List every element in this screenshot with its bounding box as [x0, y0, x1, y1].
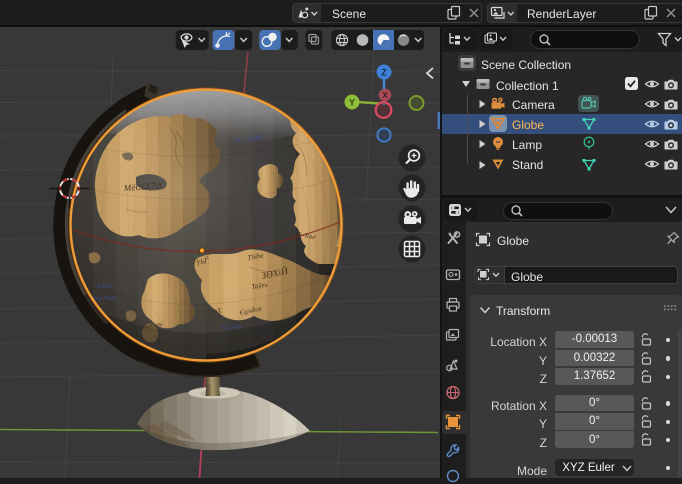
svg-text:Y: Y	[349, 98, 355, 108]
svg-text:Z: Z	[381, 68, 387, 78]
svg-text:TүьЃ: TүьЃ	[192, 255, 210, 266]
svg-text:X: X	[382, 91, 388, 100]
svg-text:ҚЗІЈЛ: ҚЗІЈЛ	[96, 284, 114, 290]
